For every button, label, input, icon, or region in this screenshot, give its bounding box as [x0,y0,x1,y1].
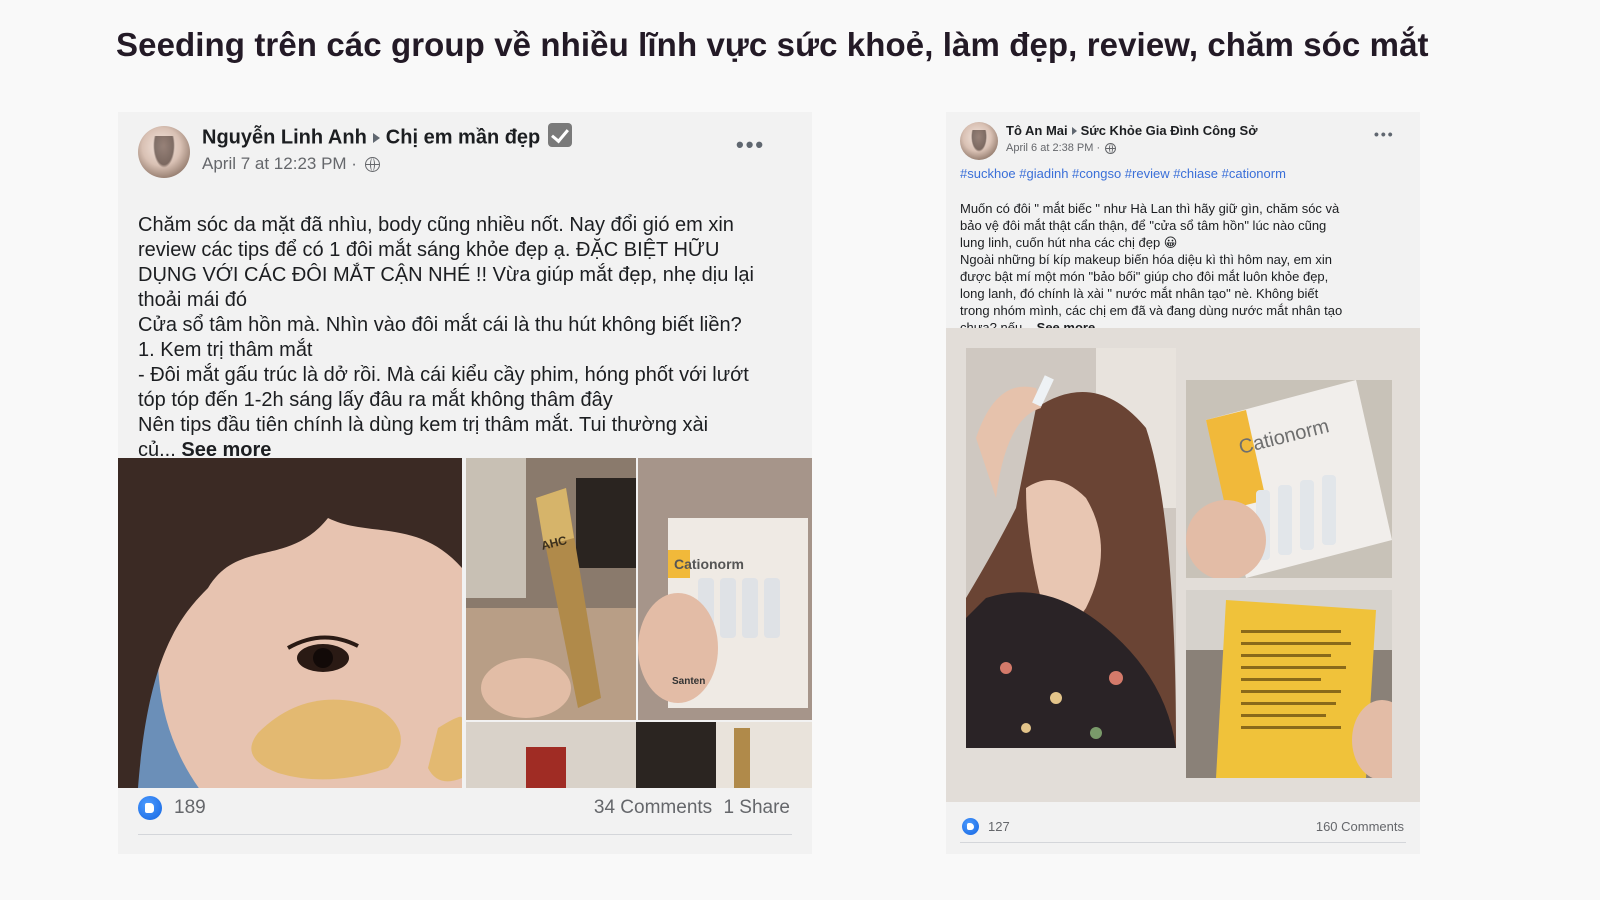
footer-divider [138,834,792,835]
like-count[interactable]: 127 [988,819,1010,834]
facebook-post-1: Nguyễn Linh Anh Chị em mần đẹp April 7 at… [118,112,812,854]
author-name[interactable]: Tô An Mai [1006,123,1068,138]
photo-cationorm-box-2[interactable]: Cationorm [1186,380,1392,578]
globe-icon [1105,142,1117,154]
photo-label-cationorm: Cationorm [674,556,744,572]
comment-count[interactable]: 34 Comments [594,797,712,818]
author-avatar[interactable] [960,122,998,160]
caret-right-icon [372,132,380,143]
comment-count[interactable]: 160 Comments [1316,819,1404,834]
author-name[interactable]: Nguyễn Linh Anh [202,126,367,148]
group-name[interactable]: Sức Khỏe Gia Đình Công Sở [1081,123,1258,138]
like-icon[interactable] [138,796,162,820]
photo-ahc-eye-cream[interactable]: AHC [466,458,636,720]
post-hashtags[interactable]: #suckhoe #giadinh #congso #review #chias… [960,166,1286,181]
like-icon[interactable] [962,818,979,835]
photo-products-strip[interactable] [466,722,812,788]
photo-cationorm-box-back[interactable] [1186,590,1392,778]
group-name[interactable]: Chị em mần đẹp [386,126,540,148]
caret-right-icon [1071,127,1077,136]
footer-divider [960,842,1406,843]
post-body: Chăm sóc da mặt đã nhìu, body cũng nhiều… [138,214,754,461]
more-options-icon[interactable]: ••• [1374,126,1395,142]
share-count[interactable]: 1 Share [723,797,790,818]
post-timestamp[interactable]: April 6 at 2:38 PM · [1006,142,1100,154]
like-count[interactable]: 189 [174,797,206,819]
photo-eye-patch-selfie[interactable] [118,458,462,788]
photo-collage: Cationorm [946,328,1420,802]
verified-check-icon [548,123,573,147]
photo-woman-eye-drops[interactable] [966,348,1176,748]
more-options-icon[interactable]: ••• [736,132,765,158]
photo-label-santen: Santen [672,676,706,687]
facebook-post-2: Tô An Mai Sức Khỏe Gia Đình Công Sở April… [946,112,1420,854]
post-body: Muốn có đôi " mắt biếc " như Hà Lan thì … [960,201,1343,335]
photo-cationorm-box-1[interactable]: Cationorm Santen [638,458,812,720]
post-timestamp[interactable]: April 7 at 12:23 PM · [202,154,357,173]
author-avatar[interactable] [138,126,190,178]
globe-icon [364,157,380,173]
slide-title: Seeding trên các group về nhiều lĩnh vực… [116,26,1429,63]
